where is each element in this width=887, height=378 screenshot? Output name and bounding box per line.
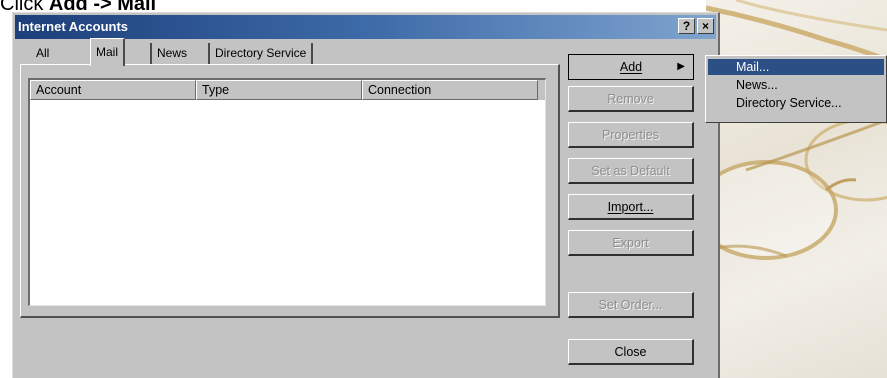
title-bar: Internet Accounts ? × xyxy=(15,15,716,39)
add-button-label: Add xyxy=(619,60,643,74)
tab-all[interactable]: All xyxy=(31,43,54,65)
column-connection[interactable]: Connection xyxy=(362,80,538,100)
properties-button[interactable]: Properties xyxy=(568,122,694,148)
accounts-list[interactable]: Account Type Connection xyxy=(28,78,546,306)
set-as-default-button[interactable]: Set as Default xyxy=(568,158,694,184)
help-button[interactable]: ? xyxy=(678,18,695,34)
add-button[interactable]: Add ▶ xyxy=(568,54,694,80)
column-type[interactable]: Type xyxy=(196,80,362,100)
add-submenu: Mail... News... Directory Service... xyxy=(705,55,887,123)
left-edge xyxy=(0,12,12,378)
close-button[interactable]: Close xyxy=(568,339,694,365)
tab-news[interactable]: News xyxy=(150,43,192,65)
list-header: Account Type Connection xyxy=(30,80,545,100)
tab-mail[interactable]: Mail xyxy=(90,38,126,66)
column-account[interactable]: Account xyxy=(30,80,196,100)
remove-button[interactable]: Remove xyxy=(568,86,694,112)
set-order-button[interactable]: Set Order... xyxy=(568,292,694,318)
menu-item-directory-service[interactable]: Directory Service... xyxy=(708,95,884,111)
submenu-arrow-icon: ▶ xyxy=(677,61,685,72)
window-title: Internet Accounts xyxy=(18,19,129,34)
import-button[interactable]: Import... xyxy=(568,194,694,220)
import-button-label: Import... xyxy=(607,200,654,214)
menu-item-mail[interactable]: Mail... xyxy=(708,59,884,75)
tab-directory-service[interactable]: Directory Service xyxy=(208,43,314,65)
close-window-button[interactable]: × xyxy=(697,18,714,34)
export-button[interactable]: Export xyxy=(568,230,694,256)
menu-item-news[interactable]: News... xyxy=(708,77,884,93)
